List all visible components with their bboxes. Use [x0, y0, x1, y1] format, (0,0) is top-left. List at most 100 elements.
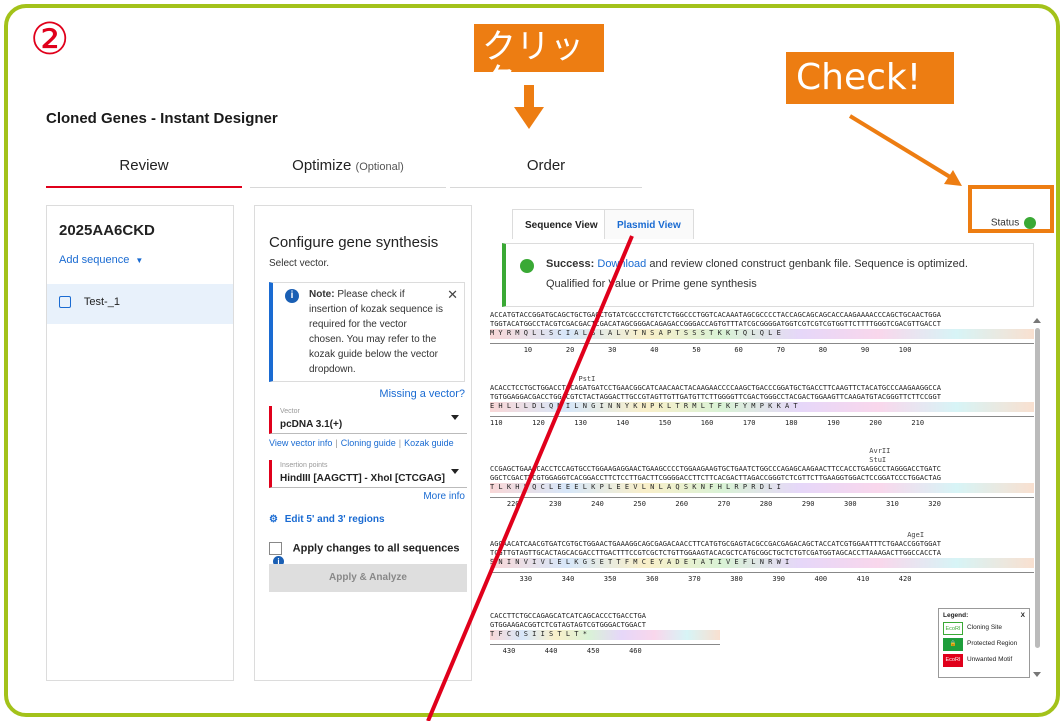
cloning-guide-link[interactable]: Cloning guide: [341, 438, 396, 448]
edit-regions-icon: ⚙: [269, 514, 278, 525]
add-sequence-label: Add sequence: [59, 254, 130, 266]
legend-row: EcoRI Unwanted Motif: [943, 653, 1025, 669]
legend-row: EcoRI Cloning Site: [943, 621, 1025, 637]
lock-icon: 🔒: [943, 638, 963, 651]
legend-cloning-site: Cloning Site: [967, 624, 1003, 631]
ruler-labels: 430 440 450 460: [490, 647, 642, 655]
app-title: Cloned Genes - Instant Designer: [46, 110, 278, 127]
tab-review-label: Review: [119, 157, 169, 174]
sequence-list-item[interactable]: Test-_1: [47, 284, 233, 324]
insertion-dropdown-label: Insertion points: [280, 462, 328, 469]
note-text: Please check if insertion of kozak seque…: [309, 289, 443, 375]
dna-top-strand: CACCTTCTGCCAGAGCATCATCAGCACCCTGACCTGA: [490, 612, 646, 620]
amino-acid-track: T F C Q S I I S T L T *: [490, 630, 720, 640]
status-highlight-box: [968, 185, 1054, 233]
caret-down-icon: [451, 469, 459, 474]
sequence-block: AvrII StuI CCGAGCTGAAGCACCTCCAGTGCCTGGAA…: [490, 447, 1034, 509]
insertion-points-dropdown[interactable]: Insertion points HindIII [AAGCTT] - XhoI…: [269, 460, 467, 488]
kozak-note: i ✕ Note: Please check if insertion of k…: [269, 282, 465, 382]
legend-unwanted-motif: Unwanted Motif: [967, 656, 1013, 663]
sequence-block: CACCTTCTGCCAGAGCATCATCAGCACCCTGACCTGA GT…: [490, 603, 720, 656]
restriction-site-label: AvrII StuI: [869, 447, 891, 464]
tab-order-label: Order: [526, 157, 566, 174]
tab-review[interactable]: Review: [46, 148, 242, 188]
sequence-block: PstI ACACCTCCTGCTGGACCTGCAGATGATCCTGAACG…: [490, 375, 1034, 428]
restriction-site-label: PstI: [490, 375, 596, 383]
success-banner: Success: Download and review cloned cons…: [502, 243, 1034, 307]
dna-bottom-strand: TGGTACATGGCCTACGTCGACGACTCGACATAGCGGGACA…: [490, 320, 941, 328]
success-text-2: Qualified for Value or Prime gene synthe…: [546, 278, 757, 290]
vector-dropdown-value: pcDNA 3.1(+): [280, 419, 343, 430]
amino-acid-track: E H L L L D L Q M I L N G I N N Y K N P …: [490, 402, 1034, 412]
apply-all-checkbox[interactable]: [269, 542, 282, 555]
success-label: Success:: [546, 258, 595, 270]
dna-top-strand: ACACCTCCTGCTGGACCTGCAGATGATCCTGAACGGCATC…: [490, 384, 941, 392]
amino-acid-track: S N I N V I V L E L K G S E T T F M C E …: [490, 558, 1034, 568]
legend-close-button[interactable]: X: [1021, 612, 1025, 619]
ruler-labels: 220 230 240 250 260 270 280 290 300 310 …: [490, 500, 941, 508]
close-icon[interactable]: ✕: [447, 287, 458, 302]
configure-title: Configure gene synthesis: [269, 234, 439, 251]
tab-order[interactable]: Order: [450, 148, 642, 188]
vector-dropdown[interactable]: Vector pcDNA 3.1(+): [269, 406, 467, 434]
scroll-up-icon[interactable]: [1033, 318, 1041, 323]
tab-optimize[interactable]: Optimize (Optional): [250, 148, 446, 188]
position-ruler: 10 20 30 40 50 60 70 80 90 100: [490, 343, 1034, 355]
vector-dropdown-label: Vector: [280, 408, 300, 415]
edit-regions-label: Edit 5' and 3' regions: [284, 514, 385, 525]
check-callout: Check!: [786, 52, 954, 104]
tab-optimize-suffix: (Optional): [355, 161, 404, 173]
position-ruler: 330 340 350 360 370 380 390 400 410 420: [490, 572, 1034, 584]
note-label: Note:: [309, 289, 335, 300]
unwanted-motif-swatch: EcoRI: [943, 654, 963, 667]
legend-panel: Legend: X EcoRI Cloning Site 🔒 Protected…: [938, 608, 1030, 678]
tab-sequence-view[interactable]: Sequence View: [512, 209, 611, 239]
restriction-site-label: AgeI: [490, 531, 925, 539]
more-info-link[interactable]: More info: [423, 491, 465, 502]
edit-icon: [59, 296, 71, 309]
ruler-labels: 10 20 30 40 50 60 70 80 90 100: [490, 346, 912, 354]
dna-bottom-strand: TCGTTGTAGTTGCACTAGCACGACCTTGACTTTCCGTCGC…: [490, 549, 941, 557]
missing-vector-link[interactable]: Missing a vector?: [379, 388, 465, 400]
kozak-guide-link[interactable]: Kozak guide: [404, 438, 454, 448]
step-tabs: Review Optimize (Optional) Order: [46, 148, 646, 188]
scrollbar[interactable]: [1035, 328, 1040, 648]
dna-bottom-strand: TGTGGAGGACGACCTGGACGTCTACTAGGACTTGCCGTAG…: [490, 393, 941, 401]
success-text: and review cloned construct genbank file…: [646, 258, 968, 270]
dna-top-strand: AGCAACATCAACGTGATCGTGCTGGAACTGAAAGGCAGCG…: [490, 540, 941, 548]
dna-bottom-strand: GGCTCGACTTCGTGGAGGTCACGGACCTTCTCCTTGACTT…: [490, 474, 941, 482]
legend-row: 🔒 Protected Region: [943, 637, 1025, 653]
sequence-batch-id: 2025AA6CKD: [59, 222, 155, 239]
dna-top-strand: ACCATGTACCGGATGCAGCTGCTGAGCTGTATCGCCCTGT…: [490, 311, 941, 319]
add-sequence-button[interactable]: Add sequence ▼: [59, 254, 143, 266]
legend-title: Legend:: [943, 612, 969, 619]
vector-links: View vector info | Cloning guide | Kozak gui…: [269, 438, 454, 448]
ruler-labels: 110 120 130 140 150 160 170 180 190 200 …: [490, 419, 925, 427]
sequence-block: ACCATGTACCGGATGCAGCTGCTGAGCTGTATCGCCCTGT…: [490, 311, 1034, 355]
tab-optimize-label: Optimize: [292, 157, 352, 174]
legend-protected-region: Protected Region: [967, 640, 1018, 647]
view-vector-info-link[interactable]: View vector info: [269, 438, 332, 448]
restriction-site-label: [490, 603, 720, 612]
download-link[interactable]: Download: [597, 258, 646, 270]
click-callout: クリック: [474, 24, 604, 98]
tab-plasmid-view[interactable]: Plasmid View: [604, 209, 694, 239]
amino-acid-track: M Y R M Q L L S C I A L S L A L V T N S …: [490, 329, 1034, 339]
caret-down-icon: [451, 415, 459, 420]
info-icon: i: [285, 289, 299, 303]
check-circle-icon: [520, 259, 534, 273]
sequence-block: AgeI AGCAACATCAACGTGATCGTGCTGGAACTGAAAGG…: [490, 531, 1034, 584]
select-vector-label: Select vector.: [269, 258, 330, 269]
scroll-down-icon[interactable]: [1033, 672, 1041, 677]
position-ruler: 220 230 240 250 260 270 280 290 300 310 …: [490, 497, 1034, 509]
edit-regions-button[interactable]: ⚙ Edit 5' and 3' regions: [269, 514, 385, 525]
position-ruler: 110 120 130 140 150 160 170 180 190 200 …: [490, 416, 1034, 428]
insertion-dropdown-value: HindIII [AAGCTT] - XhoI [CTCGAG]: [280, 473, 445, 484]
sequence-list-panel: 2025AA6CKD Add sequence ▼ Test-_1: [46, 205, 234, 681]
ruler-labels: 330 340 350 360 370 380 390 400 410 420: [490, 575, 912, 583]
sequence-item-label: Test-_1: [83, 296, 120, 308]
step-number-label: ②: [30, 14, 70, 65]
apply-analyze-button[interactable]: Apply & Analyze: [269, 564, 467, 592]
configure-panel: Configure gene synthesis Select vector. …: [254, 205, 472, 681]
dna-top-strand: CCGAGCTGAAGCACCTCCAGTGCCTGGAAGAGGAACTGAA…: [490, 465, 941, 473]
